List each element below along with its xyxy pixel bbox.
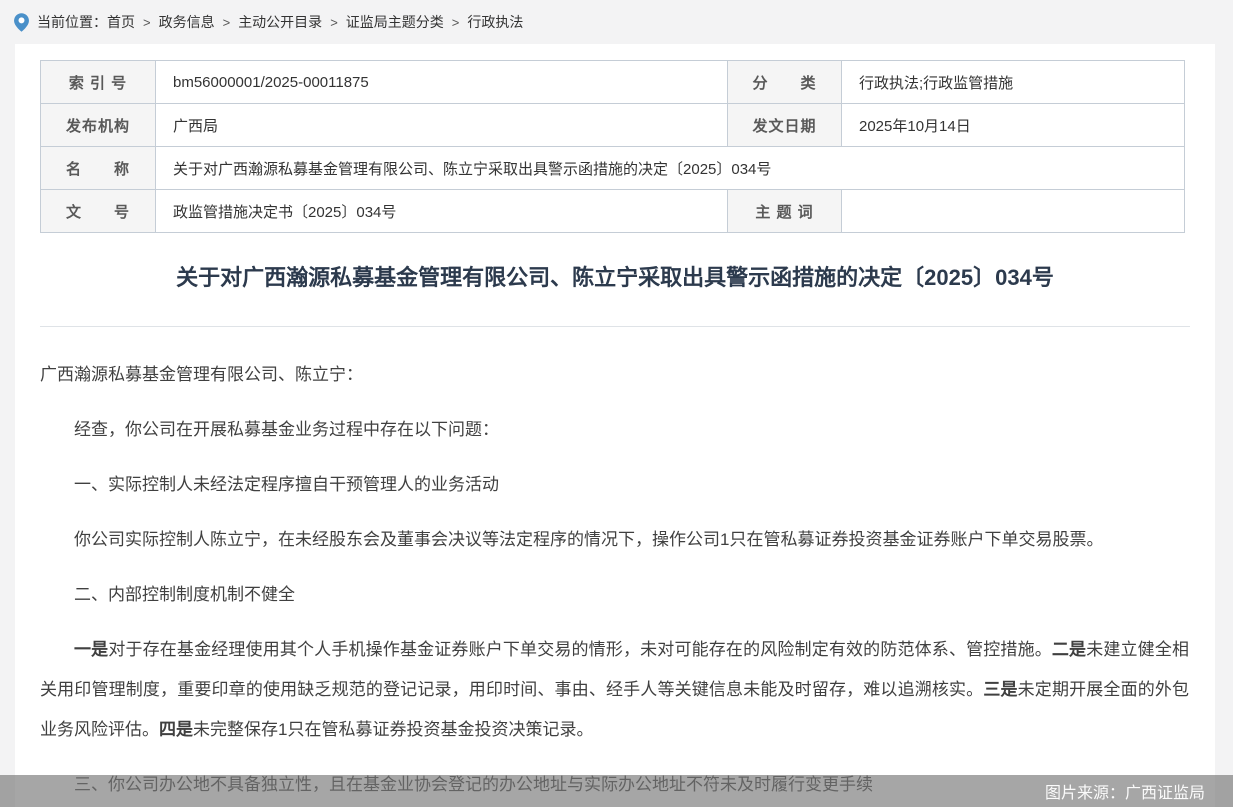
paragraph-issue-1-heading: 一、实际控制人未经法定程序擅自干预管理人的业务活动 (40, 465, 1189, 505)
detail-segment: 对于存在基金经理使用其个人手机操作基金证券账户下单交易的情形，未对可能存在的风险… (108, 640, 1052, 659)
breadcrumb: 当前位置： 首页 > 政务信息 > 主动公开目录 > 证监局主题分类 > 行政执… (0, 0, 1233, 44)
watermark-source-text: 图片来源：广西证监局 (1045, 779, 1205, 803)
breadcrumb-separator: > (223, 15, 231, 30)
page-title: 关于对广西瀚源私募基金管理有限公司、陈立宁采取出具警示函措施的决定〔2025〕0… (15, 263, 1215, 293)
meta-label-category: 分 类 (728, 61, 842, 104)
meta-value-name: 关于对广西瀚源私募基金管理有限公司、陈立宁采取出具警示函措施的决定〔2025〕0… (156, 147, 1185, 190)
meta-label-date: 发文日期 (728, 104, 842, 147)
bold-marker-4: 四是 (159, 720, 193, 739)
location-pin-icon (13, 12, 30, 33)
meta-value-index: bm56000001/2025-00011875 (156, 61, 728, 104)
breadcrumb-separator: > (330, 15, 338, 30)
breadcrumb-item-enforcement[interactable]: 行政执法 (467, 12, 523, 32)
breadcrumb-item-csrc-topics[interactable]: 证监局主题分类 (346, 12, 444, 32)
meta-value-publisher: 广西局 (156, 104, 728, 147)
detail-segment: 未完整保存1只在管私募证券投资基金投资决策记录。 (193, 720, 593, 739)
bold-marker-1: 一是 (74, 640, 108, 659)
meta-value-docnum: 政监管措施决定书〔2025〕034号 (156, 190, 728, 233)
breadcrumb-item-home[interactable]: 首页 (107, 12, 135, 32)
watermark-bar: 图片来源：广西证监局 (0, 775, 1233, 807)
paragraph-issue-2-detail: 一是对于存在基金经理使用其个人手机操作基金证券账户下单交易的情形，未对可能存在的… (40, 630, 1189, 750)
meta-label-name: 名 称 (41, 147, 156, 190)
divider (40, 326, 1190, 327)
meta-label-subject: 主 题 词 (728, 190, 842, 233)
breadcrumb-item-open-catalog[interactable]: 主动公开目录 (238, 12, 322, 32)
document-meta-table: 索 引 号 bm56000001/2025-00011875 分 类 行政执法;… (40, 60, 1185, 233)
breadcrumb-item-gov-info[interactable]: 政务信息 (159, 12, 215, 32)
breadcrumb-separator: > (143, 15, 151, 30)
table-row: 文 号 政监管措施决定书〔2025〕034号 主 题 词 (41, 190, 1185, 233)
paragraph-issue-2-heading: 二、内部控制制度机制不健全 (40, 575, 1189, 615)
paragraph-issue-1-detail: 你公司实际控制人陈立宁，在未经股东会及董事会决议等法定程序的情况下，操作公司1只… (40, 520, 1189, 560)
table-row: 名 称 关于对广西瀚源私募基金管理有限公司、陈立宁采取出具警示函措施的决定〔20… (41, 147, 1185, 190)
paragraph-salutation: 广西瀚源私募基金管理有限公司、陈立宁： (40, 355, 1189, 395)
meta-label-docnum: 文 号 (41, 190, 156, 233)
bold-marker-3: 三是 (983, 680, 1017, 699)
bold-marker-2: 二是 (1052, 640, 1086, 659)
table-row: 发布机构 广西局 发文日期 2025年10月14日 (41, 104, 1185, 147)
meta-value-date: 2025年10月14日 (842, 104, 1185, 147)
meta-value-subject (842, 190, 1185, 233)
table-row: 索 引 号 bm56000001/2025-00011875 分 类 行政执法;… (41, 61, 1185, 104)
document-body: 广西瀚源私募基金管理有限公司、陈立宁： 经查，你公司在开展私募基金业务过程中存在… (40, 355, 1189, 805)
meta-label-publisher: 发布机构 (41, 104, 156, 147)
breadcrumb-label: 当前位置： (37, 12, 107, 32)
paragraph-intro: 经查，你公司在开展私募基金业务过程中存在以下问题： (40, 410, 1189, 450)
meta-label-index: 索 引 号 (41, 61, 156, 104)
meta-value-category: 行政执法;行政监管措施 (842, 61, 1185, 104)
breadcrumb-separator: > (452, 15, 460, 30)
page: 当前位置： 首页 > 政务信息 > 主动公开目录 > 证监局主题分类 > 行政执… (0, 0, 1233, 807)
content-card: 索 引 号 bm56000001/2025-00011875 分 类 行政执法;… (15, 44, 1215, 807)
